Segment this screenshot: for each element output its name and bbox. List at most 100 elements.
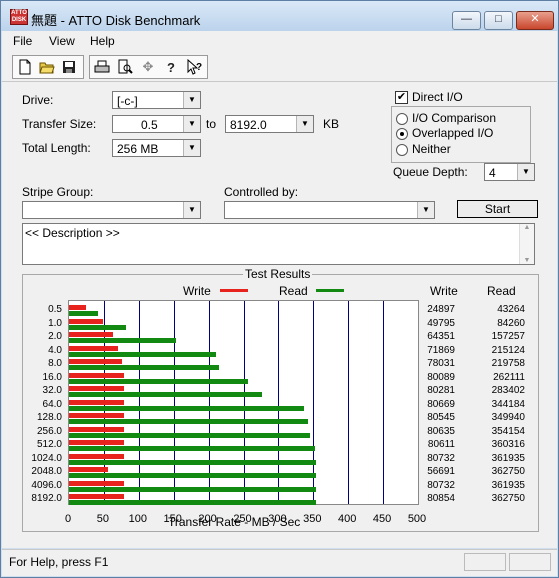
chevron-down-icon[interactable]: ▼: [520, 257, 534, 264]
read-value: 361935: [491, 452, 525, 464]
block-size-label: 4.0: [48, 344, 62, 356]
read-value: 43264: [497, 304, 525, 315]
read-bar: [69, 365, 219, 370]
x-tick-label: 450: [372, 513, 392, 525]
menu-file[interactable]: File: [13, 34, 32, 48]
write-value: 80669: [427, 398, 455, 410]
read-bar: [69, 405, 304, 411]
read-value: 344184: [491, 398, 525, 410]
block-size-label: 64.0: [42, 398, 62, 410]
print-preview-icon[interactable]: [115, 58, 135, 76]
window-title: 無題 - ATTO Disk Benchmark: [31, 13, 201, 28]
stripe-group-select[interactable]: ▼: [22, 201, 201, 219]
read-value: 262111: [493, 371, 525, 383]
status-text: For Help, press F1: [9, 555, 109, 569]
new-icon[interactable]: [15, 58, 35, 76]
description-scrollbar[interactable]: ▲ ▼: [519, 224, 534, 264]
read-value: 354154: [491, 425, 525, 437]
block-size-label: 8.0: [48, 358, 62, 369]
status-pane: [509, 553, 551, 571]
neither-radio[interactable]: [396, 144, 408, 156]
gridline: [383, 301, 385, 504]
move-icon[interactable]: ✥: [138, 58, 158, 76]
to-label: to: [206, 117, 217, 131]
drive-value: [-c-]: [117, 94, 138, 108]
write-value: 80635: [427, 425, 455, 437]
overlapped-io-radio[interactable]: [396, 128, 408, 140]
write-value: 78031: [427, 358, 455, 369]
maximize-button[interactable]: □: [484, 11, 513, 30]
save-icon[interactable]: [59, 58, 79, 76]
block-size-label: 1.0: [48, 317, 62, 329]
chevron-down-icon: ▼: [183, 140, 200, 156]
controlled-by-select[interactable]: ▼: [224, 201, 435, 219]
write-bar: [69, 359, 123, 364]
svg-text:?: ?: [196, 62, 202, 73]
io-comparison-label: I/O Comparison: [412, 111, 497, 125]
write-value: 80854: [427, 493, 455, 504]
file-toolbar-group: [12, 55, 84, 79]
write-bar: [69, 467, 108, 472]
chevron-up-icon[interactable]: ▲: [520, 224, 534, 231]
help-icon[interactable]: ?: [161, 58, 181, 76]
description-field[interactable]: << Description >> ▲ ▼: [22, 223, 535, 265]
toolbar: ✥ ? ?: [2, 51, 557, 82]
read-value: 84260: [497, 317, 525, 329]
chevron-down-icon: ▼: [183, 116, 200, 132]
write-bar: [69, 453, 125, 459]
block-size-label: 32.0: [42, 385, 62, 396]
close-button[interactable]: ✕: [516, 11, 554, 30]
app-icon: ATTO DISK: [10, 9, 28, 25]
write-value: 24897: [427, 304, 455, 315]
queue-depth-select[interactable]: 4 ▼: [484, 163, 535, 181]
read-bar: [69, 392, 263, 397]
total-length-select[interactable]: 256 MB ▼: [112, 139, 201, 157]
transfer-from-select[interactable]: 0.5 ▼: [112, 115, 201, 133]
io-comparison-radio[interactable]: [396, 113, 408, 125]
read-bar: [69, 500, 317, 505]
gridline: [348, 301, 350, 504]
total-length-label: Total Length:: [22, 141, 91, 155]
write-bar: [69, 318, 103, 324]
neither-label: Neither: [412, 142, 451, 156]
start-button[interactable]: Start: [457, 200, 538, 218]
read-value: 215124: [491, 344, 525, 356]
description-text: << Description >>: [25, 226, 120, 240]
direct-io-checkbox[interactable]: ✔: [395, 91, 408, 104]
write-bar: [69, 332, 113, 337]
block-size-label: 4096.0: [31, 479, 62, 491]
read-value: 360316: [491, 439, 525, 450]
write-bar: [69, 345, 118, 351]
drive-select[interactable]: [-c-] ▼: [112, 91, 201, 109]
menu-help[interactable]: Help: [90, 34, 115, 48]
menu-bar: File View Help: [2, 31, 557, 51]
write-bar: [69, 426, 124, 432]
block-size-label: 512.0: [36, 439, 62, 450]
chevron-down-icon: ▼: [183, 202, 200, 218]
write-legend-swatch: [220, 289, 248, 292]
context-help-icon[interactable]: ?: [184, 58, 204, 76]
write-bar: [69, 480, 125, 486]
transfer-to-select[interactable]: 8192.0 ▼: [225, 115, 314, 133]
write-value: 80545: [427, 412, 455, 423]
test-results-title: Test Results: [243, 267, 313, 281]
chevron-down-icon: ▼: [183, 92, 200, 108]
io-mode-group: I/O Comparison Overlapped I/O Neither: [391, 106, 531, 163]
read-value: 283402: [491, 385, 525, 396]
menu-view[interactable]: View: [49, 34, 75, 48]
minimize-button[interactable]: —: [452, 11, 481, 30]
overlapped-io-label: Overlapped I/O: [412, 126, 494, 140]
write-value: 56691: [427, 466, 455, 477]
open-icon[interactable]: [37, 58, 57, 76]
read-bar: [69, 473, 317, 478]
write-bar: [69, 372, 124, 378]
direct-io-label: Direct I/O: [412, 90, 463, 104]
write-value: 80732: [427, 479, 455, 491]
kb-label: KB: [323, 117, 340, 131]
write-bar: [69, 399, 124, 405]
write-legend-label: Write: [183, 284, 211, 298]
queue-depth-label: Queue Depth:: [393, 165, 468, 179]
print-icon[interactable]: [92, 58, 112, 76]
read-value: 362750: [491, 493, 525, 504]
chevron-down-icon: ▼: [517, 164, 534, 180]
